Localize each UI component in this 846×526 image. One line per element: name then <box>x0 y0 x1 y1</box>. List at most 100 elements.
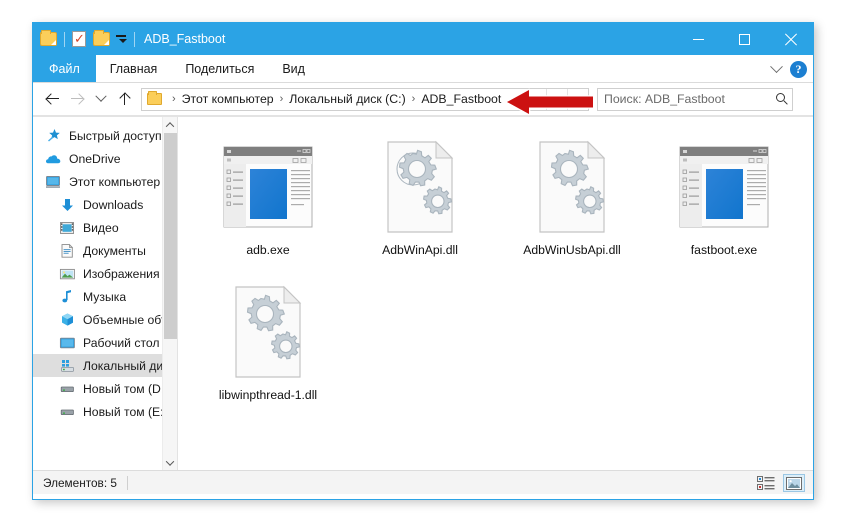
search-input[interactable]: Поиск: ADB_Fastboot <box>604 92 725 106</box>
arrow-right-icon <box>70 92 84 106</box>
large-icons-view-button[interactable] <box>783 474 805 492</box>
qat-dropdown-icon[interactable] <box>114 35 127 43</box>
status-divider <box>126 475 128 490</box>
scroll-up-button[interactable] <box>163 117 177 132</box>
desktop-icon <box>59 335 76 351</box>
file-name: AdbWinUsbApi.dll <box>523 243 621 257</box>
sidebar-item-video[interactable]: Видео <box>33 216 177 239</box>
breadcrumb-separator-2: › <box>411 93 416 105</box>
sidebar-item-downloads[interactable]: Downloads <box>33 193 177 216</box>
minimize-button[interactable] <box>675 23 721 55</box>
file-name: fastboot.exe <box>690 243 758 257</box>
tab-home[interactable]: Главная <box>96 55 172 82</box>
refresh-button[interactable] <box>567 88 588 110</box>
music-note-icon <box>59 289 76 305</box>
quick-access-toolbar: ✓ ADB_Fastboot <box>33 30 226 47</box>
status-bar: Элементов: 5 <box>33 470 813 494</box>
address-bar: › Этот компьютер › Локальный диск (C:) ›… <box>33 83 813 116</box>
view-mode-buttons <box>755 471 805 495</box>
window-controls <box>675 23 813 55</box>
file-name: adb.exe <box>246 243 290 257</box>
breadcrumb-tail-controls <box>546 88 588 110</box>
sidebar-item-label: Изображения <box>83 266 160 281</box>
details-view-button[interactable] <box>755 474 777 492</box>
drive-icon <box>59 404 76 420</box>
local-disk-icon <box>59 358 76 374</box>
dll-icon <box>372 139 468 235</box>
qat-divider-1 <box>64 31 65 47</box>
monitor-icon <box>45 174 62 190</box>
file-list-scrollbar[interactable] <box>798 117 813 470</box>
tab-file[interactable]: Файл <box>33 55 96 82</box>
sidebar-item-3d-objects[interactable]: Объемные объ <box>33 308 177 331</box>
sidebar-item-label: OneDrive <box>69 151 121 166</box>
file-item[interactable]: fastboot.exe <box>648 133 800 278</box>
screenshot-root: ✓ ADB_Fastboot Файл Главная Поделиться В… <box>0 0 846 526</box>
maximize-button[interactable] <box>721 23 767 55</box>
file-list-view[interactable]: adb.exe AdbWinApi.dll AdbWinUsbApi.dll f… <box>178 117 813 470</box>
tab-share[interactable]: Поделиться <box>171 55 268 82</box>
ribbon-right-controls: ? <box>770 55 807 83</box>
arrow-up-icon <box>118 92 132 106</box>
sidebar-item-music[interactable]: Музыка <box>33 285 177 308</box>
sidebar-item-volume-d[interactable]: Новый том (D:) <box>33 377 177 400</box>
close-button[interactable] <box>767 23 813 55</box>
scrollbar-thumb[interactable] <box>164 133 177 339</box>
breadcrumb-dropdown-button[interactable] <box>546 88 567 110</box>
video-icon <box>59 220 76 236</box>
sidebar-item-documents[interactable]: Документы <box>33 239 177 262</box>
recent-locations-button[interactable] <box>89 87 113 111</box>
ribbon-tab-bar: Файл Главная Поделиться Вид ? <box>33 55 813 83</box>
sidebar-item-local-disk[interactable]: Локальный дис <box>33 354 177 377</box>
window-title: ADB_Fastboot <box>144 32 226 46</box>
new-folder-icon[interactable] <box>93 30 110 46</box>
file-name: libwinpthread-1.dll <box>218 388 318 402</box>
sidebar-item-onedrive[interactable]: OneDrive <box>33 147 177 170</box>
picture-icon <box>59 266 76 282</box>
star-pin-icon <box>45 128 62 144</box>
file-item[interactable]: adb.exe <box>192 133 344 278</box>
cloud-icon <box>45 151 62 167</box>
3d-objects-icon <box>59 312 76 328</box>
item-count: Элементов: 5 <box>43 475 117 490</box>
sidebar-item-label: Объемные объ <box>83 312 169 327</box>
navigation-pane: Быстрый доступ OneDrive Этот компьютер D… <box>33 117 178 470</box>
breadcrumb-separator-1: › <box>279 93 284 105</box>
search-box[interactable]: Поиск: ADB_Fastboot <box>597 87 793 111</box>
breadcrumb-item-local-disk[interactable]: Локальный диск (C:) <box>289 92 405 106</box>
tab-view[interactable]: Вид <box>268 55 319 82</box>
maximize-icon <box>738 33 750 45</box>
exe-icon <box>220 139 316 235</box>
sidebar-item-this-pc[interactable]: Этот компьютер <box>33 170 177 193</box>
sidebar-item-label: Downloads <box>83 197 144 212</box>
file-explorer-window: ✓ ADB_Fastboot Файл Главная Поделиться В… <box>32 22 814 500</box>
scroll-down-button[interactable] <box>163 455 177 470</box>
up-button[interactable] <box>113 87 137 111</box>
file-item[interactable]: libwinpthread-1.dll <box>192 278 344 423</box>
sidebar-item-label: Музыка <box>83 289 127 304</box>
breadcrumb[interactable]: › Этот компьютер › Локальный диск (C:) ›… <box>141 87 589 111</box>
sidebar-item-volume-e[interactable]: Новый том (E:) <box>33 400 177 423</box>
search-icon <box>776 92 785 102</box>
breadcrumb-item-this-pc[interactable]: Этот компьютер <box>182 92 274 106</box>
sidebar-item-label: Быстрый доступ <box>69 128 162 143</box>
file-item[interactable]: AdbWinApi.dll <box>344 133 496 278</box>
chevron-down-icon <box>552 91 562 101</box>
forward-button[interactable] <box>65 87 89 111</box>
sidebar-item-desktop[interactable]: Рабочий стол <box>33 331 177 354</box>
breadcrumb-item-adb-fastboot[interactable]: ADB_Fastboot <box>421 92 501 106</box>
help-button[interactable]: ? <box>790 60 807 78</box>
back-button[interactable] <box>41 87 65 111</box>
properties-icon[interactable]: ✓ <box>72 31 86 47</box>
folder-icon[interactable] <box>40 30 57 46</box>
sidebar-item-label: Этот компьютер <box>69 174 161 189</box>
sidebar-item-pictures[interactable]: Изображения <box>33 262 177 285</box>
checkmark-glyph: ✓ <box>74 32 85 47</box>
file-item[interactable]: AdbWinUsbApi.dll <box>496 133 648 278</box>
sidebar-item-label: Документы <box>83 243 146 258</box>
sidebar-item-label: Новый том (D:) <box>83 381 169 396</box>
navigation-pane-scrollbar[interactable] <box>162 117 177 470</box>
expand-ribbon-chevron-down-icon[interactable] <box>770 59 783 73</box>
sidebar-item-quick-access[interactable]: Быстрый доступ <box>33 124 177 147</box>
close-icon <box>784 33 797 46</box>
